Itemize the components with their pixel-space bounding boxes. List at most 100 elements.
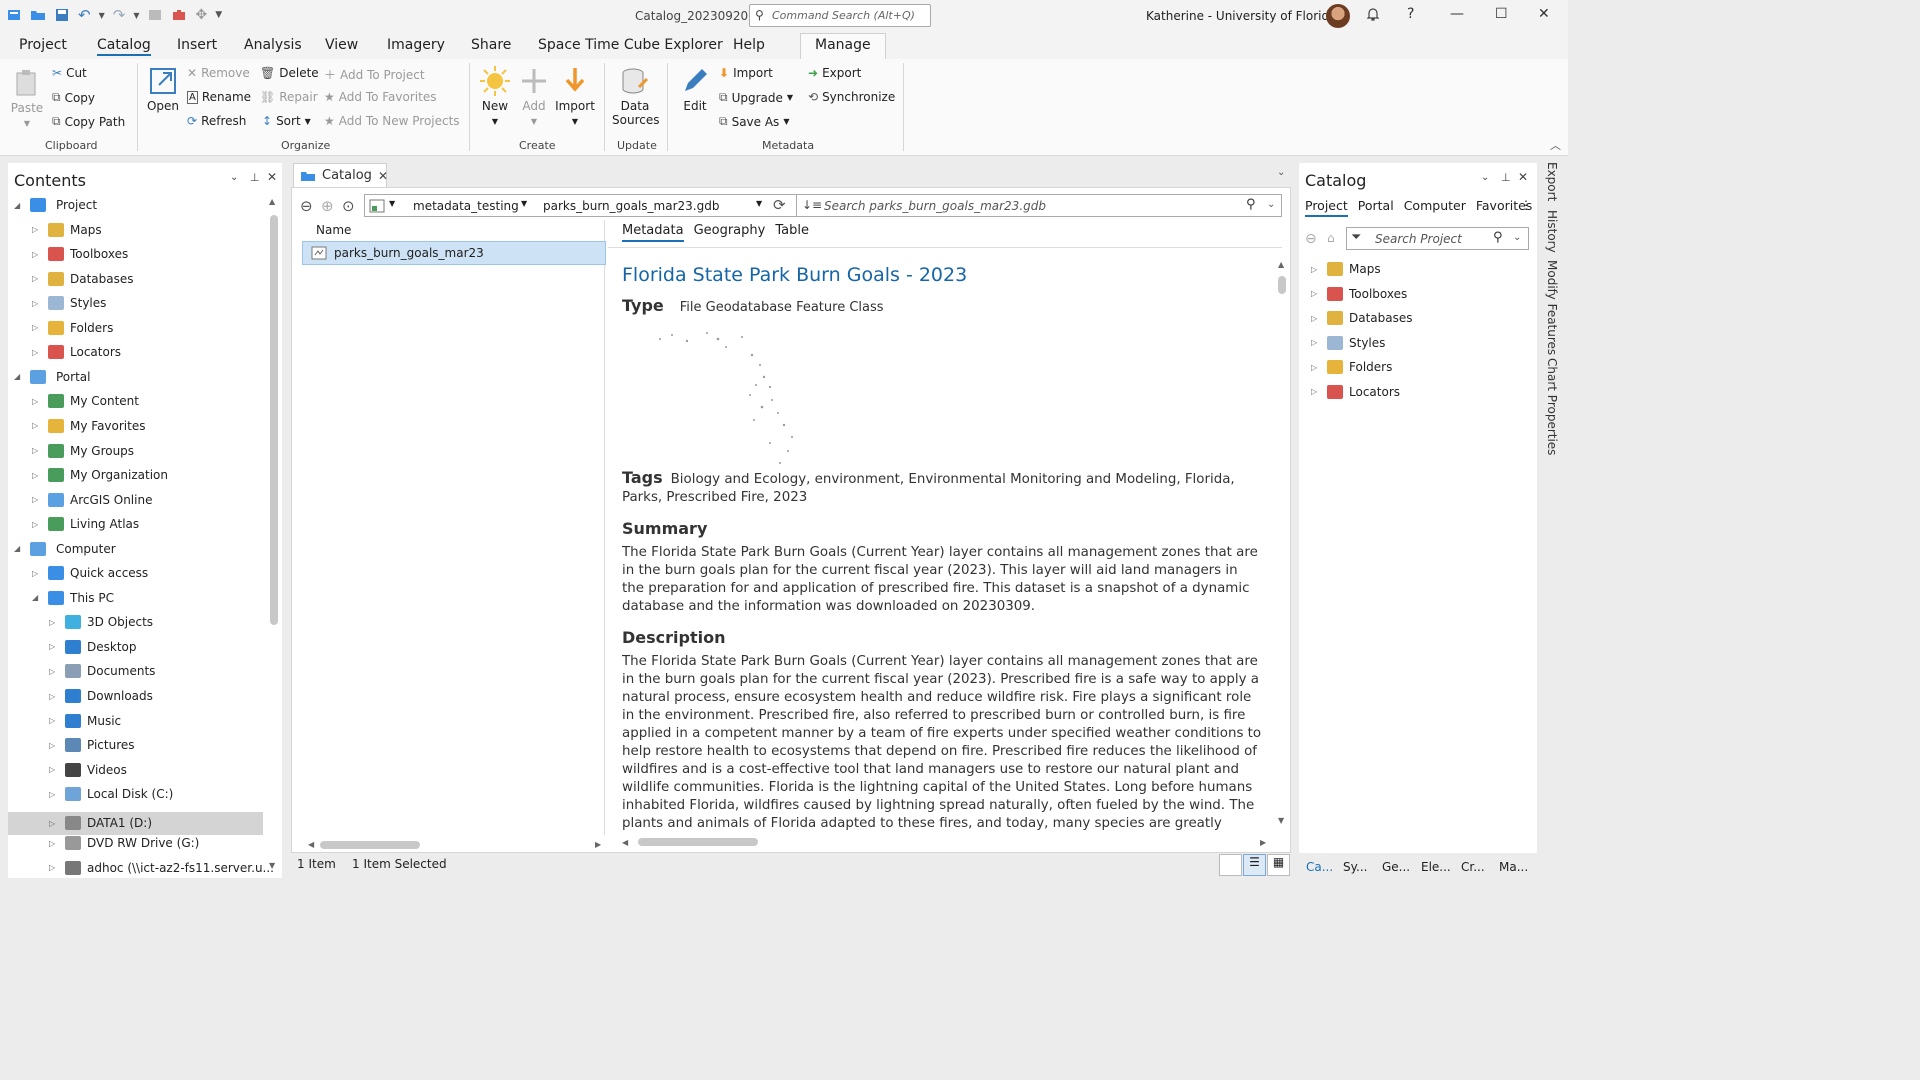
catalog-pane-item[interactable]: ▷ Folders xyxy=(1311,360,1392,374)
tree-item[interactable]: ▷ ArcGIS Online xyxy=(32,492,152,507)
tree-item[interactable]: ▷ Databases xyxy=(32,271,134,286)
tab-portal[interactable]: Portal xyxy=(1358,198,1394,217)
tab-imagery[interactable]: Imagery xyxy=(387,37,445,53)
catalog-pane-item[interactable]: ▷ Locators xyxy=(1311,384,1400,399)
horizontal-scrollbar-thumb[interactable] xyxy=(320,841,420,849)
column-name-header[interactable]: Name xyxy=(316,223,351,237)
edit-metadata-button[interactable]: Edit xyxy=(678,65,712,113)
move-icon[interactable]: ✥ xyxy=(195,7,207,23)
open-project-icon[interactable] xyxy=(30,7,46,23)
collapsed-arrow-icon[interactable]: ▷ xyxy=(1311,265,1321,274)
tree-item[interactable]: ▷ adhoc (\\ict-az2-fs11.server.u... xyxy=(49,860,274,875)
tab-share[interactable]: Share xyxy=(471,37,511,53)
close-pane-icon[interactable]: ✕ xyxy=(1518,170,1528,184)
add-to-new-projects-button[interactable]: ★ Add To New Projects xyxy=(324,114,460,128)
collapsed-arrow-icon[interactable]: ▷ xyxy=(49,741,59,750)
breadcrumb-folder[interactable]: metadata_testing xyxy=(413,199,519,213)
tree-item[interactable]: ▷ Pictures xyxy=(49,738,135,753)
tree-item[interactable]: ▷ Desktop xyxy=(49,639,137,654)
collapsed-arrow-icon[interactable]: ▷ xyxy=(32,495,42,504)
breadcrumb-folder-dropdown-icon[interactable]: ▼ xyxy=(521,199,527,208)
tree-item[interactable]: ▷ My Content xyxy=(32,394,139,409)
pin-icon[interactable]: ⊥ xyxy=(250,171,260,184)
avatar[interactable] xyxy=(1326,4,1350,28)
repair-button[interactable]: ⛓ Repair xyxy=(260,90,318,104)
export-button[interactable]: ➜ Export xyxy=(808,66,861,80)
tree-item[interactable]: ▷ Folders xyxy=(32,320,113,335)
view-details-icon[interactable] xyxy=(1219,854,1242,876)
undo-dropdown-icon[interactable]: ▼ xyxy=(99,11,105,20)
maximize-icon[interactable]: ☐ xyxy=(1495,6,1508,22)
collapsed-arrow-icon[interactable]: ▷ xyxy=(1311,363,1321,372)
add-button[interactable]: Add ▼ xyxy=(518,65,550,127)
copy-path-button[interactable]: ⧉ Copy Path xyxy=(52,114,125,129)
close-pane-icon[interactable]: ✕ xyxy=(267,170,277,184)
catalog-pane-item[interactable]: ▷ Styles xyxy=(1311,335,1385,350)
refresh-button[interactable]: ⟳ Refresh xyxy=(187,114,246,128)
rename-button[interactable]: A Rename xyxy=(187,90,251,104)
collapsed-arrow-icon[interactable]: ▷ xyxy=(49,642,59,651)
pane-tab-catalog[interactable]: Ca... xyxy=(1306,860,1333,874)
collapsed-arrow-icon[interactable]: ▷ xyxy=(49,819,59,828)
location-dropdown-icon[interactable]: ▼ xyxy=(389,199,395,208)
tree-item[interactable]: ◢ Project xyxy=(14,198,97,212)
metadata-scrollbar-thumb[interactable] xyxy=(1278,276,1286,294)
expanded-arrow-icon[interactable]: ◢ xyxy=(14,372,24,381)
collapsed-arrow-icon[interactable]: ▷ xyxy=(49,692,59,701)
tab-table[interactable]: Table xyxy=(775,223,809,242)
expanded-arrow-icon[interactable]: ◢ xyxy=(32,593,42,602)
side-tab-history[interactable]: History xyxy=(1545,210,1559,253)
metadata-scroll-down-icon[interactable]: ▼ xyxy=(1278,816,1284,825)
tab-manage[interactable]: Manage xyxy=(800,33,886,59)
synchronize-button[interactable]: ⟲ Synchronize xyxy=(808,90,895,104)
collapsed-arrow-icon[interactable]: ▷ xyxy=(32,569,42,578)
tab-view[interactable]: View xyxy=(325,37,358,53)
search-icon[interactable]: ⚲ xyxy=(1493,230,1503,245)
pane-tab-symbology[interactable]: Sy... xyxy=(1343,860,1367,874)
sort-button[interactable]: ↕ Sort ▼ xyxy=(262,114,311,128)
splitter[interactable] xyxy=(604,220,605,835)
close-tab-icon[interactable]: ✕ xyxy=(378,169,388,183)
tree-item[interactable]: ▷ Quick access xyxy=(32,566,148,581)
tree-item[interactable]: ▷ Documents xyxy=(49,664,155,679)
tree-item[interactable]: ▷ My Favorites xyxy=(32,418,145,433)
pane-options-icon[interactable]: ⌄ xyxy=(1481,172,1489,183)
collapsed-arrow-icon[interactable]: ▷ xyxy=(32,421,42,430)
back-icon[interactable]: ⊖ xyxy=(300,197,313,215)
tree-item[interactable]: ▷ My Groups xyxy=(32,443,134,458)
view-list-icon[interactable]: ☰ xyxy=(1243,854,1266,876)
scroll-up-icon[interactable]: ▲ xyxy=(269,197,275,206)
close-icon[interactable]: ✕ xyxy=(1538,6,1550,22)
scroll-right-icon[interactable]: ▶ xyxy=(595,840,601,849)
pane-options-icon[interactable]: ⌄ xyxy=(230,172,238,183)
collapsed-arrow-icon[interactable]: ▷ xyxy=(1311,289,1321,298)
tab-metadata[interactable]: Metadata xyxy=(622,223,684,242)
tree-item[interactable]: ▷ My Organization xyxy=(32,468,168,483)
pane-tab-map[interactable]: Ma... xyxy=(1499,860,1528,874)
collapsed-arrow-icon[interactable]: ▷ xyxy=(32,299,42,308)
view-tiles-icon[interactable]: ▦ xyxy=(1267,854,1290,876)
pin-icon[interactable]: ⊥ xyxy=(1501,171,1511,184)
bell-icon[interactable] xyxy=(1365,6,1381,22)
tree-item[interactable]: ▷ DVD RW Drive (G:) xyxy=(49,836,199,851)
catalog-pane-search-input[interactable]: ⏷ Search Project ⚲ ⌄ xyxy=(1346,227,1529,250)
copy-button[interactable]: ⧉ Copy xyxy=(52,90,95,105)
new-project-icon[interactable] xyxy=(6,7,22,23)
collapsed-arrow-icon[interactable]: ▷ xyxy=(49,839,59,848)
upgrade-button[interactable]: ⧉ Upgrade ▼ xyxy=(719,90,793,105)
collapsed-arrow-icon[interactable]: ▷ xyxy=(32,397,42,406)
metadata-scroll-left-icon[interactable]: ◀ xyxy=(622,838,628,847)
tree-item[interactable]: ▷ DATA1 (D:) xyxy=(8,811,263,835)
tree-item[interactable]: ▷ Downloads xyxy=(49,689,153,703)
side-tab-export[interactable]: Export xyxy=(1545,162,1559,201)
save-icon[interactable] xyxy=(54,7,70,23)
collapsed-arrow-icon[interactable]: ▷ xyxy=(32,225,42,234)
toolbox-icon[interactable] xyxy=(171,7,187,23)
tab-project[interactable]: Project xyxy=(19,37,67,53)
tree-item[interactable]: ▷ Music xyxy=(49,713,121,728)
help-icon[interactable]: ? xyxy=(1407,6,1414,22)
breadcrumb-gdb-dropdown-icon[interactable]: ▼ xyxy=(756,199,762,208)
expanded-arrow-icon[interactable]: ◢ xyxy=(14,201,24,210)
pane-tab-geoprocessing[interactable]: Ge... xyxy=(1382,860,1410,874)
remove-button[interactable]: ✕ Remove xyxy=(187,66,250,80)
